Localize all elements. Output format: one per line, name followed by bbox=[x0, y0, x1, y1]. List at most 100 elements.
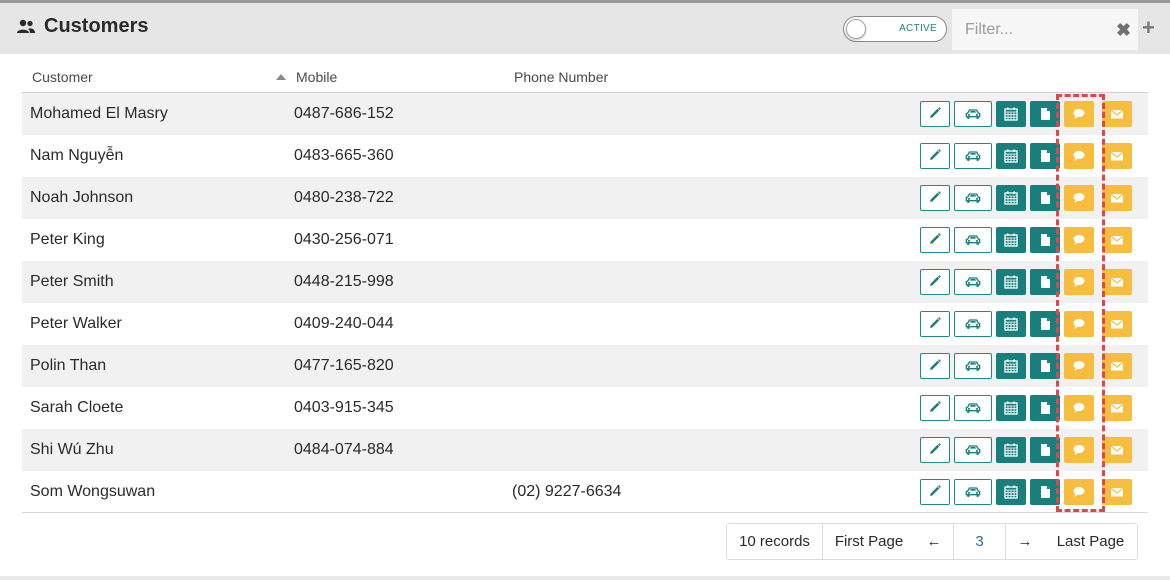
edit-button[interactable] bbox=[920, 437, 950, 463]
edit-button[interactable] bbox=[920, 227, 950, 253]
sms-button[interactable] bbox=[1064, 311, 1094, 337]
car-icon bbox=[965, 191, 981, 205]
documents-button[interactable] bbox=[1030, 395, 1060, 421]
vehicles-button[interactable] bbox=[954, 395, 992, 421]
documents-button[interactable] bbox=[1030, 311, 1060, 337]
pencil-icon bbox=[927, 317, 943, 331]
table-row[interactable]: Peter King 0430-256-071 bbox=[22, 219, 1148, 261]
last-page-button[interactable]: Last Page bbox=[1044, 524, 1137, 559]
documents-button[interactable] bbox=[1030, 479, 1060, 505]
column-header-customer[interactable]: Customer bbox=[32, 69, 93, 85]
sms-button[interactable] bbox=[1064, 395, 1094, 421]
edit-button[interactable] bbox=[920, 185, 950, 211]
vehicles-button[interactable] bbox=[954, 479, 992, 505]
table-row[interactable]: Mohamed El Masry 0487-686-152 bbox=[22, 93, 1148, 135]
column-header-mobile[interactable]: Mobile bbox=[296, 69, 337, 85]
customer-name-cell: Som Wongsuwan bbox=[30, 483, 156, 500]
vehicles-button[interactable] bbox=[954, 227, 992, 253]
table-row[interactable]: Peter Walker 0409-240-044 bbox=[22, 303, 1148, 345]
email-button[interactable] bbox=[1102, 437, 1132, 463]
edit-button[interactable] bbox=[920, 311, 950, 337]
edit-button[interactable] bbox=[920, 353, 950, 379]
documents-button[interactable] bbox=[1030, 101, 1060, 127]
email-button[interactable] bbox=[1102, 227, 1132, 253]
sms-button[interactable] bbox=[1064, 353, 1094, 379]
edit-button[interactable] bbox=[920, 269, 950, 295]
add-customer-button[interactable]: + bbox=[1142, 15, 1155, 41]
email-button[interactable] bbox=[1102, 395, 1132, 421]
current-page-number[interactable]: 3 bbox=[954, 524, 1006, 559]
next-page-button[interactable]: → bbox=[1006, 524, 1044, 559]
table-row[interactable]: Noah Johnson 0480-238-722 bbox=[22, 177, 1148, 219]
table-row[interactable]: Nam Nguyễn 0483-665-360 bbox=[22, 135, 1148, 177]
email-button[interactable] bbox=[1102, 479, 1132, 505]
sms-button[interactable] bbox=[1064, 143, 1094, 169]
pencil-icon bbox=[927, 233, 943, 247]
prev-page-button[interactable]: ← bbox=[915, 524, 954, 559]
customer-name-cell: Mohamed El Masry bbox=[30, 105, 168, 122]
calendar-button[interactable] bbox=[996, 185, 1026, 211]
documents-button[interactable] bbox=[1030, 143, 1060, 169]
table-row[interactable]: Polin Than 0477-165-820 bbox=[22, 345, 1148, 387]
sms-button[interactable] bbox=[1064, 227, 1094, 253]
calendar-icon bbox=[1003, 317, 1019, 331]
calendar-button[interactable] bbox=[996, 437, 1026, 463]
edit-button[interactable] bbox=[920, 479, 950, 505]
email-button[interactable] bbox=[1102, 101, 1132, 127]
calendar-button[interactable] bbox=[996, 311, 1026, 337]
table-row[interactable]: Peter Smith 0448-215-998 bbox=[22, 261, 1148, 303]
sms-button[interactable] bbox=[1064, 437, 1094, 463]
customer-name-cell: Polin Than bbox=[30, 357, 107, 374]
calendar-button[interactable] bbox=[996, 101, 1026, 127]
table-row[interactable]: Shi Wú Zhu 0484-074-884 bbox=[22, 429, 1148, 471]
calendar-button[interactable] bbox=[996, 395, 1026, 421]
email-button[interactable] bbox=[1102, 185, 1132, 211]
calendar-button[interactable] bbox=[996, 269, 1026, 295]
edit-button[interactable] bbox=[920, 101, 950, 127]
vehicles-button[interactable] bbox=[954, 437, 992, 463]
sms-button[interactable] bbox=[1064, 479, 1094, 505]
clear-filter-icon[interactable]: ✖ bbox=[1116, 20, 1131, 41]
edit-button[interactable] bbox=[920, 395, 950, 421]
vehicles-button[interactable] bbox=[954, 269, 992, 295]
email-button[interactable] bbox=[1102, 311, 1132, 337]
pencil-icon bbox=[927, 149, 943, 163]
calendar-button[interactable] bbox=[996, 143, 1026, 169]
mobile-cell: 0483-665-360 bbox=[294, 147, 394, 164]
calendar-icon bbox=[1003, 401, 1019, 415]
sms-button[interactable] bbox=[1064, 101, 1094, 127]
first-page-button[interactable]: First Page bbox=[823, 524, 915, 559]
calendar-button[interactable] bbox=[996, 227, 1026, 253]
calendar-button[interactable] bbox=[996, 479, 1026, 505]
edit-button[interactable] bbox=[920, 143, 950, 169]
documents-button[interactable] bbox=[1030, 437, 1060, 463]
vehicles-button[interactable] bbox=[954, 143, 992, 169]
sort-asc-icon[interactable] bbox=[276, 74, 286, 80]
vehicles-button[interactable] bbox=[954, 353, 992, 379]
sms-button[interactable] bbox=[1064, 269, 1094, 295]
documents-button[interactable] bbox=[1030, 269, 1060, 295]
calendar-icon bbox=[1003, 485, 1019, 499]
active-toggle[interactable]: ACTIVE bbox=[843, 16, 947, 42]
customer-name-cell: Nam Nguyễn bbox=[30, 147, 124, 164]
customer-name-cell: Noah Johnson bbox=[30, 189, 134, 206]
bottom-border bbox=[0, 576, 1170, 580]
documents-button[interactable] bbox=[1030, 227, 1060, 253]
vehicles-button[interactable] bbox=[954, 101, 992, 127]
sms-button[interactable] bbox=[1064, 185, 1094, 211]
calendar-icon bbox=[1003, 359, 1019, 373]
email-button[interactable] bbox=[1102, 269, 1132, 295]
pencil-icon bbox=[927, 107, 943, 121]
calendar-button[interactable] bbox=[996, 353, 1026, 379]
table-row[interactable]: Sarah Cloete 0403-915-345 bbox=[22, 387, 1148, 429]
column-header-phone[interactable]: Phone Number bbox=[514, 69, 608, 85]
documents-button[interactable] bbox=[1030, 185, 1060, 211]
chat-icon bbox=[1071, 401, 1087, 415]
table-row[interactable]: Som Wongsuwan (02) 9227-6634 bbox=[22, 471, 1148, 513]
email-button[interactable] bbox=[1102, 353, 1132, 379]
vehicles-button[interactable] bbox=[954, 311, 992, 337]
documents-button[interactable] bbox=[1030, 353, 1060, 379]
vehicles-button[interactable] bbox=[954, 185, 992, 211]
email-button[interactable] bbox=[1102, 143, 1132, 169]
filter-input[interactable] bbox=[952, 9, 1112, 50]
